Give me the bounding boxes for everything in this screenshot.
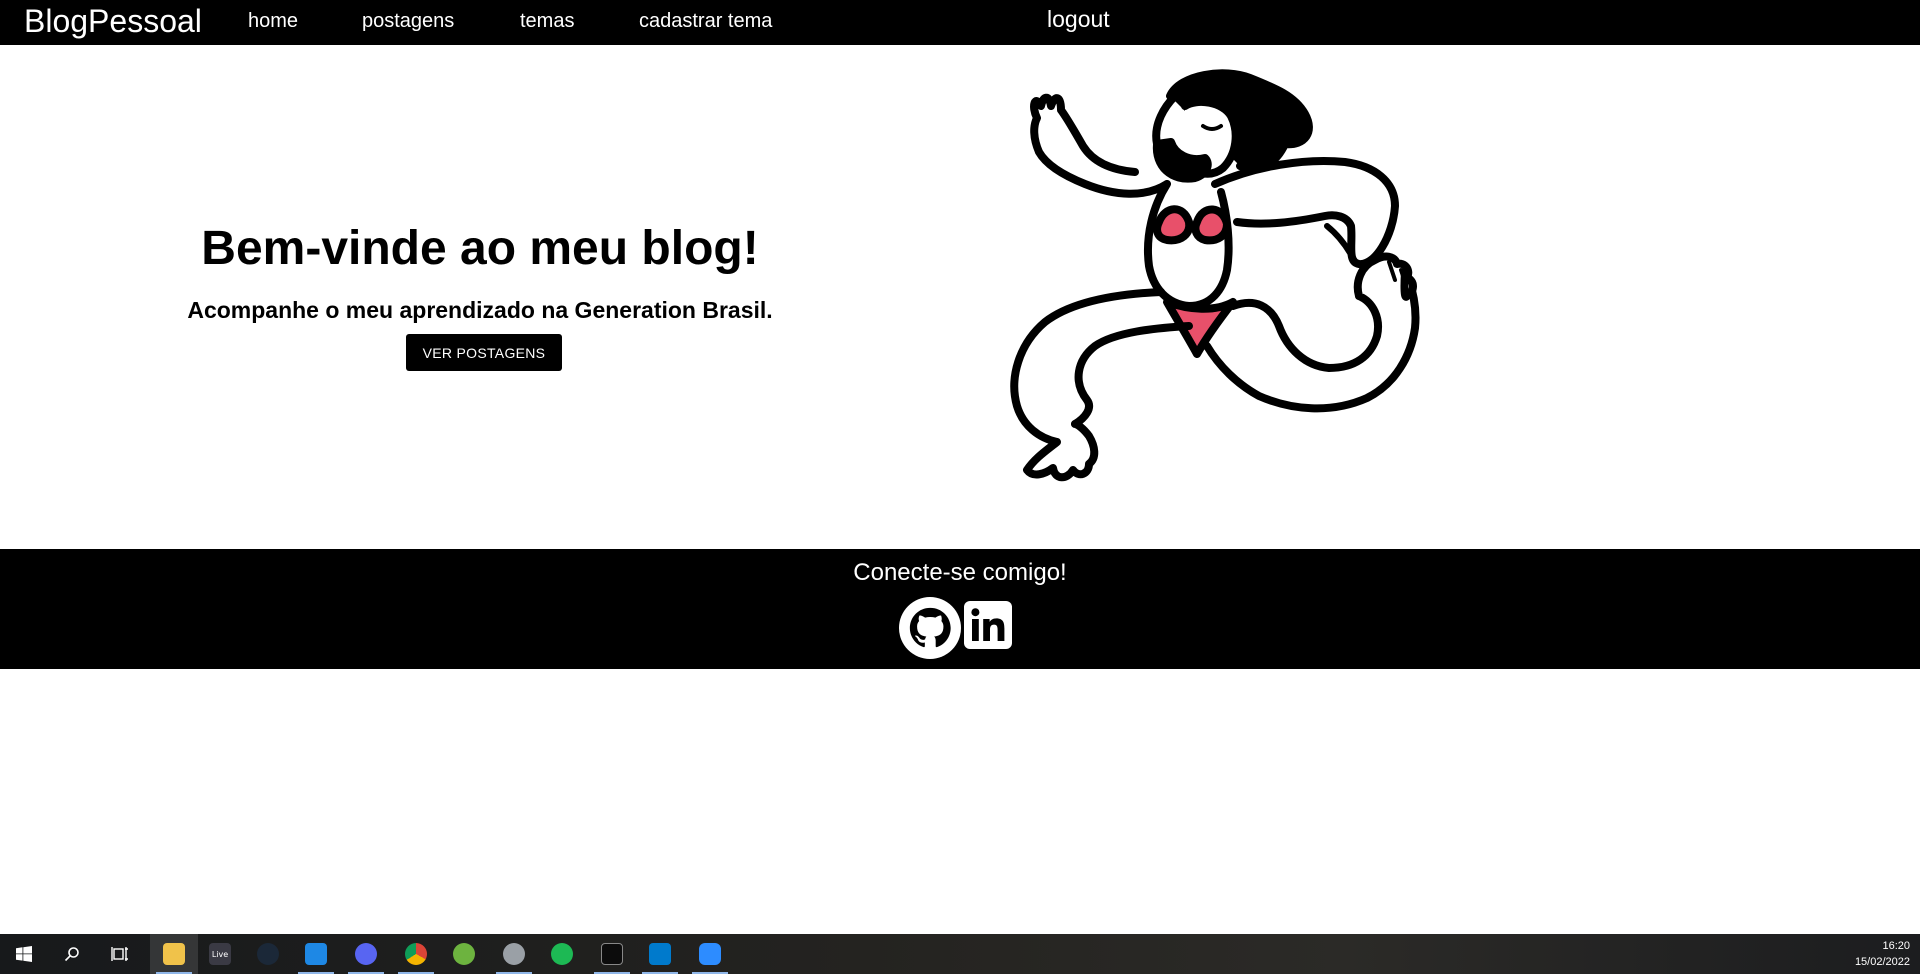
- dancing-person-illustration: [1010, 69, 1420, 482]
- windows-start-icon[interactable]: [0, 934, 48, 974]
- nav-home-link[interactable]: home: [248, 10, 298, 32]
- hero-title: Bem-vinde ao meu blog!: [201, 222, 759, 275]
- spotify-icon[interactable]: [538, 934, 586, 974]
- spring-icon[interactable]: [440, 934, 488, 974]
- logout-link[interactable]: logout: [1047, 8, 1110, 31]
- search-icon[interactable]: [48, 934, 96, 974]
- terminal-icon[interactable]: [588, 934, 636, 974]
- footer: Conecte-se comigo!: [0, 549, 1920, 669]
- top-navbar: BlogPessoal home postagens temas cadastr…: [0, 0, 1920, 45]
- vscode-icon[interactable]: [636, 934, 684, 974]
- brand-logo[interactable]: BlogPessoal: [24, 3, 202, 39]
- discord-icon[interactable]: [342, 934, 390, 974]
- steam-icon[interactable]: [244, 934, 292, 974]
- zoom-icon[interactable]: [686, 934, 734, 974]
- hero-subtitle: Acompanhe o meu aprendizado na Generatio…: [187, 297, 773, 323]
- ver-postagens-button[interactable]: VER POSTAGENS: [406, 334, 562, 371]
- app-icon[interactable]: [490, 934, 538, 974]
- footer-title: Conecte-se comigo!: [853, 559, 1067, 586]
- task-view-icon[interactable]: [96, 934, 144, 974]
- nav-postagens-link[interactable]: postagens: [362, 10, 454, 32]
- mail-icon[interactable]: [292, 934, 340, 974]
- linkedin-icon[interactable]: [964, 601, 1012, 649]
- chrome-icon[interactable]: [392, 934, 440, 974]
- file-explorer-icon[interactable]: [150, 934, 198, 974]
- windows-taskbar: Live 16:20 15/02/2022: [0, 934, 1920, 974]
- system-clock[interactable]: 16:20 15/02/2022: [1840, 938, 1910, 970]
- nav-cadastrar-tema-link[interactable]: cadastrar tema: [639, 10, 772, 32]
- github-icon[interactable]: [899, 597, 961, 659]
- clock-date: 15/02/2022: [1854, 956, 1910, 968]
- clock-time: 16:20: [1882, 940, 1910, 952]
- live-icon[interactable]: Live: [196, 934, 244, 974]
- nav-temas-link[interactable]: temas: [520, 10, 574, 32]
